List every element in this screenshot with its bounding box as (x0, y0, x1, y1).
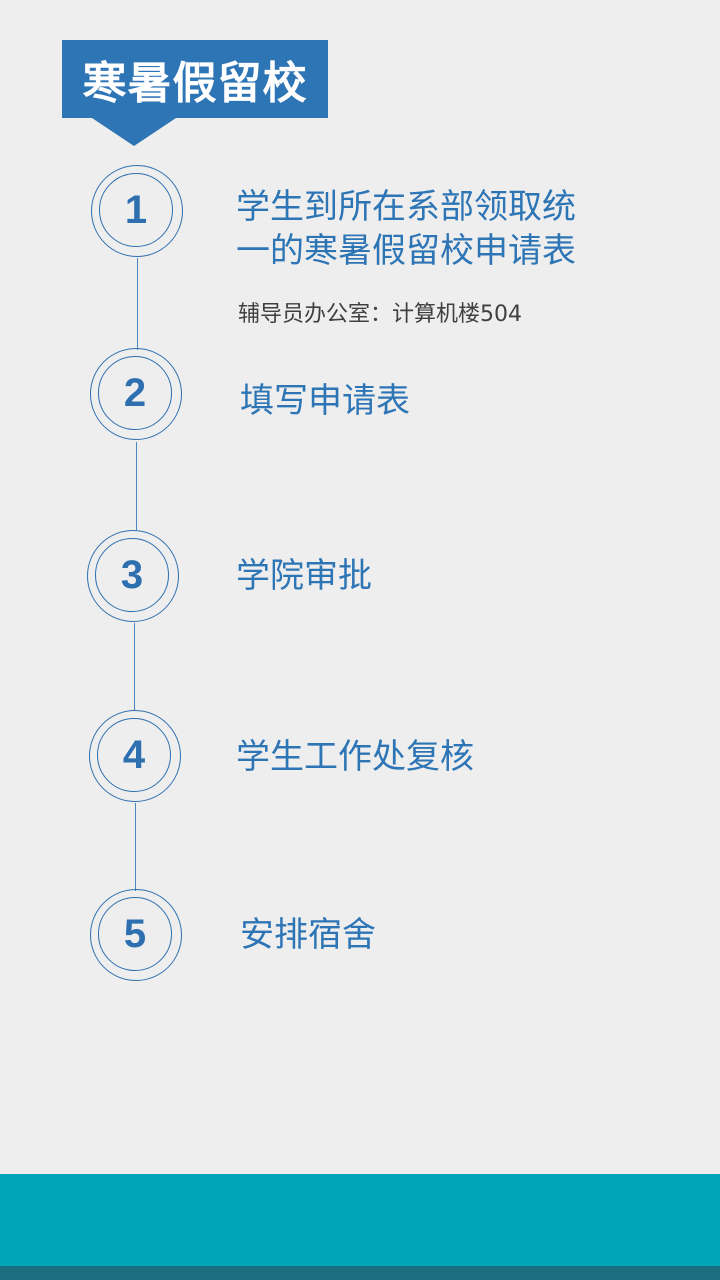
footer-strip (0, 1266, 720, 1280)
step-circle-5: 5 (90, 889, 182, 981)
step-title-5: 安排宿舍 (240, 915, 376, 955)
step-circle-1: 1 (91, 165, 183, 257)
title-pointer (92, 118, 176, 146)
step-circle-3: 3 (87, 530, 179, 622)
step-number: 2 (98, 356, 172, 430)
connector-line (137, 258, 138, 350)
step-circle-4: 4 (89, 710, 181, 802)
connector-line (134, 623, 135, 711)
step-circle-2: 2 (90, 348, 182, 440)
step-title-2: 填写申请表 (240, 381, 410, 421)
title-banner: 寒暑假留校 (62, 40, 328, 118)
step-title-1-line2: 一的寒暑假留校申请表 (236, 231, 576, 271)
connector-line (135, 803, 136, 891)
page-title: 寒暑假留校 (82, 58, 308, 109)
step-number: 3 (95, 538, 169, 612)
step-number: 5 (98, 897, 172, 971)
footer-band (0, 1174, 720, 1266)
step-title-4: 学生工作处复核 (236, 737, 474, 777)
step-number: 4 (97, 718, 171, 792)
step-title-3: 学院审批 (236, 556, 372, 596)
step-number: 1 (99, 173, 173, 247)
step-title-1-line1: 学生到所在系部领取统 (236, 187, 576, 227)
connector-line (136, 442, 137, 530)
step-note-1: 辅导员办公室：计算机楼504 (238, 302, 522, 327)
